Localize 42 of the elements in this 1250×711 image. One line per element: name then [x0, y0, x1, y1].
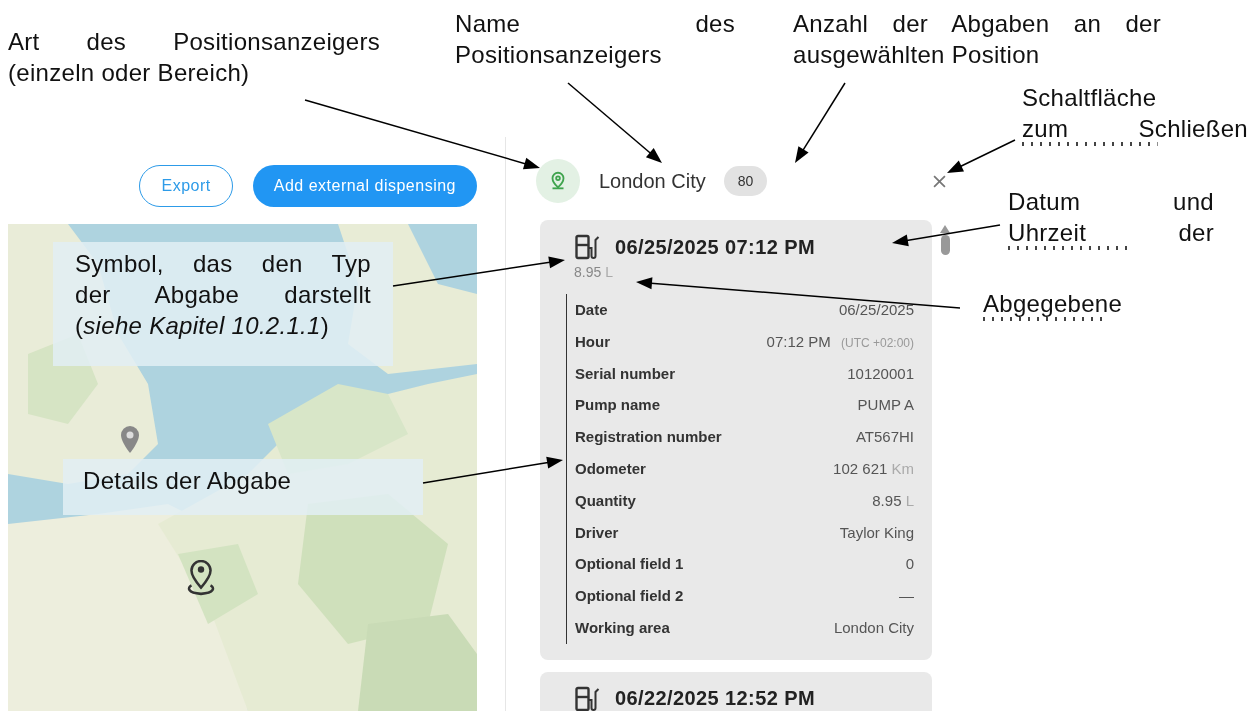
detail-label: Hour — [575, 331, 610, 352]
dispensed-quantity: 8.95 L — [574, 264, 614, 280]
detail-label: Date — [575, 300, 608, 320]
detail-label: Optional field 1 — [575, 554, 684, 575]
annotation-text: Anzahl der Abgaben an der ausgewählten Position — [793, 9, 1161, 70]
detail-value: London City — [833, 617, 914, 638]
detail-value: 07:12 PM (UTC +02:00) — [766, 331, 914, 352]
detail-value: 102 621 Km — [833, 459, 914, 479]
add-dispensing-button[interactable]: Add external dispensing — [252, 165, 477, 207]
map-pin-icon[interactable] — [118, 425, 142, 455]
dispensing-count: 80 — [723, 166, 768, 196]
detail-label: Optional field 2 — [575, 586, 684, 607]
detail-label: Serial number — [575, 363, 676, 384]
dispensing-datetime: 06/25/2025 07:12 PM — [615, 235, 815, 259]
scroll-up-icon[interactable] — [940, 225, 950, 233]
dispensing-card[interactable]: 06/22/2025 12:52 PM — [540, 671, 932, 711]
annotation-text: Details der Abgabe — [63, 459, 423, 515]
dispensing-card[interactable] — [540, 220, 932, 660]
annotation-arrow — [947, 139, 1016, 173]
detail-value: 10120001 — [847, 363, 914, 384]
detail-label: Driver — [575, 522, 619, 543]
location-pin-icon — [536, 159, 580, 203]
annotation-text: Name des Positionsanzeigers — [455, 9, 735, 70]
detail-value: 06/25/2025 — [838, 300, 914, 320]
detail-value: — — [899, 586, 914, 607]
annotation-text: Art des Positionsanzeigers (einzeln oder Bereich) — [8, 27, 380, 88]
detail-value: 8.95 L — [872, 490, 914, 511]
detail-value: PUMP A — [857, 395, 914, 416]
detail-value: 0 — [905, 554, 914, 575]
detail-label: Registration number — [575, 427, 722, 448]
annotation-text: Symbol, das den Typ der Abgabe darstellt (siehe Kapitel 10.2.1.1) — [53, 242, 393, 366]
location-name: London City — [599, 169, 706, 193]
detail-label: Working area — [575, 617, 670, 638]
export-button[interactable]: Export — [139, 165, 233, 207]
area-pin-icon[interactable] — [185, 560, 217, 596]
detail-value: Taylor King — [839, 522, 914, 543]
detail-label: Pump name — [575, 395, 661, 416]
scrollbar-thumb[interactable] — [940, 235, 950, 255]
detail-value: AT567HI — [855, 427, 914, 448]
detail-label: Quantity — [575, 490, 636, 511]
detail-label: Odometer — [575, 459, 646, 479]
dispensing-datetime: 06/22/2025 12:52 PM — [615, 687, 815, 711]
